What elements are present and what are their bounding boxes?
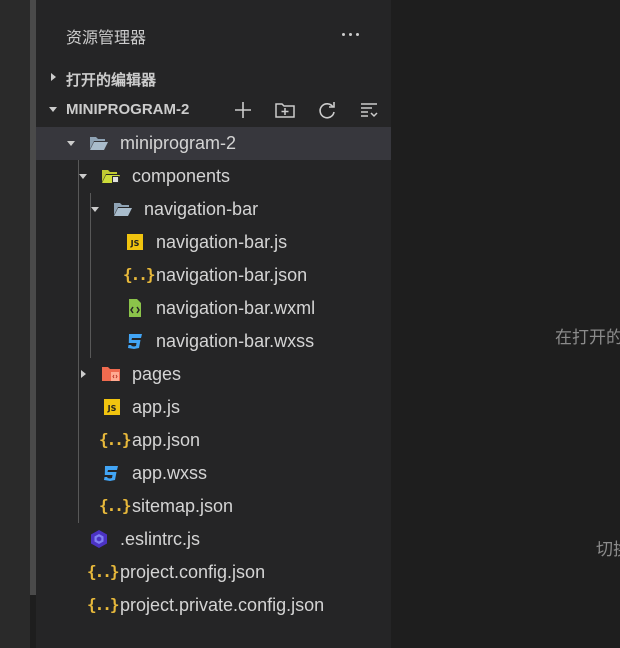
explorer-sidebar: 资源管理器 打开的编辑器 MINIPROGRAM-2 miniprogram-2…: [36, 0, 391, 648]
tree-row-folder[interactable]: miniprogram-2: [36, 127, 391, 160]
tree-row-file[interactable]: JS navigation-bar.js: [36, 226, 391, 259]
section-project[interactable]: MINIPROGRAM-2: [36, 94, 391, 126]
tree-row-label: pages: [132, 364, 182, 384]
tree-row-label: components: [132, 166, 231, 186]
json-badge-text: {..}: [99, 430, 132, 449]
tree-row-label: app.js: [132, 397, 181, 417]
json-badge-text: {..}: [87, 562, 120, 581]
tree-row-label: miniprogram-2: [120, 133, 237, 153]
json-badge-text: {..}: [99, 496, 132, 515]
editor-hint-switch: 切换: [596, 540, 620, 559]
tree-row-file[interactable]: navigation-bar.wxml: [36, 292, 391, 325]
pages-folder-icon: [102, 367, 120, 381]
json-file-icon: {..}: [123, 265, 156, 284]
tree-row-file[interactable]: app.wxss: [36, 457, 391, 490]
js-badge-text: JS: [127, 234, 143, 250]
json-file-icon: {..}: [87, 595, 120, 614]
refresh-icon[interactable]: [316, 99, 338, 121]
section-open-editors-label: 打开的编辑器: [66, 72, 157, 89]
chevron-down-icon: [67, 141, 75, 146]
json-badge-text: {..}: [87, 595, 120, 614]
section-open-editors[interactable]: 打开的编辑器: [36, 62, 391, 94]
json-badge-text: {..}: [123, 265, 156, 284]
activity-bar: [0, 0, 30, 648]
tree-row-file[interactable]: {..} project.private.config.json: [36, 589, 391, 622]
new-folder-icon[interactable]: [274, 99, 296, 121]
ellipsis-icon[interactable]: [340, 24, 362, 44]
js-file-icon: JS: [125, 233, 145, 251]
tree-row-file[interactable]: {..} sitemap.json: [36, 490, 391, 523]
tree-row-file[interactable]: .eslintrc.js: [36, 523, 391, 556]
js-badge-text: JS: [104, 399, 120, 415]
wxss-file-icon: [128, 334, 142, 349]
tree-row-label: navigation-bar.js: [156, 232, 288, 252]
eslint-file-icon: [91, 530, 107, 548]
editor-area: 在打开的 切换: [391, 0, 620, 648]
tree-row-label: .eslintrc.js: [120, 529, 201, 549]
chevron-right-icon: [81, 370, 86, 378]
tree-row-label: navigation-bar.wxss: [156, 331, 315, 351]
tree-row-file[interactable]: JS app.js: [36, 391, 391, 424]
chevron-right-icon: [51, 73, 56, 81]
tree-row-label: navigation-bar.wxml: [156, 298, 316, 318]
tree-row-label: app.json: [132, 430, 201, 450]
chevron-down-icon: [79, 174, 87, 179]
wxss-file-icon: [104, 466, 118, 481]
json-file-icon: {..}: [87, 562, 120, 581]
tree-row-folder[interactable]: navigation-bar: [36, 193, 391, 226]
wxml-file-icon: [129, 299, 141, 317]
tree-row-label: app.wxss: [132, 463, 208, 483]
chevron-down-icon: [91, 207, 99, 212]
tree-row-folder[interactable]: pages: [36, 358, 391, 391]
section-project-label: MINIPROGRAM-2: [66, 101, 190, 118]
tree-row-folder[interactable]: components: [36, 160, 391, 193]
folder-open-icon: [114, 203, 132, 216]
tree-row-file[interactable]: {..} project.config.json: [36, 556, 391, 589]
js-file-icon: JS: [102, 398, 122, 416]
components-folder-icon: [102, 170, 120, 183]
json-file-icon: {..}: [99, 430, 132, 449]
collapse-all-icon[interactable]: [358, 99, 380, 121]
json-file-icon: {..}: [99, 496, 132, 515]
tree-row-file[interactable]: navigation-bar.wxss: [36, 325, 391, 358]
tree-row-label: sitemap.json: [132, 496, 234, 516]
tree-row-label: navigation-bar: [144, 199, 259, 219]
folder-open-icon: [90, 137, 108, 150]
tree-row-label: project.config.json: [120, 562, 266, 582]
editor-hint-open: 在打开的: [555, 328, 620, 347]
tree-row-label: project.private.config.json: [120, 595, 325, 615]
new-file-icon[interactable]: [232, 99, 254, 121]
explorer-title: 资源管理器: [66, 30, 147, 47]
chevron-down-icon: [49, 107, 57, 112]
tree-row-file[interactable]: {..} app.json: [36, 424, 391, 457]
tree-row-file[interactable]: {..} navigation-bar.json: [36, 259, 391, 292]
tree-row-label: navigation-bar.json: [156, 265, 308, 285]
